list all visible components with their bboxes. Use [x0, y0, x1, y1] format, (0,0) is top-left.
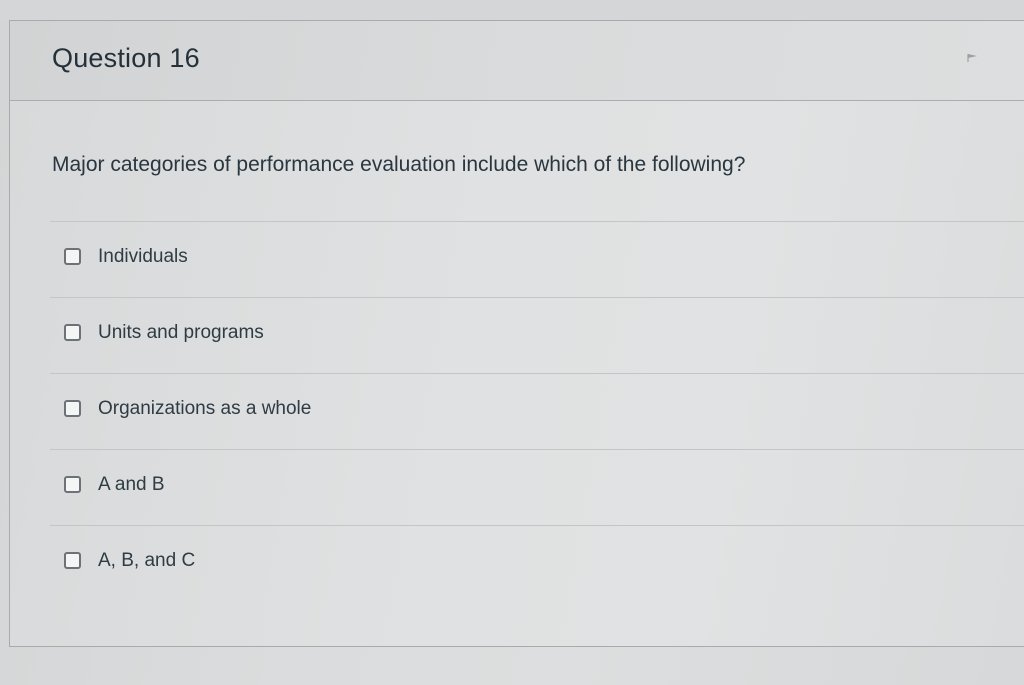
question-text: Major categories of performance evaluati…: [52, 153, 746, 176]
answer-label: Individuals: [98, 246, 188, 267]
checkbox[interactable]: [64, 324, 81, 341]
answer-option[interactable]: A, B, and C: [50, 525, 1024, 601]
question-header: Question 16: [10, 21, 1024, 101]
answer-list: Individuals Units and programs Organizat…: [50, 221, 1024, 601]
answer-label: Units and programs: [98, 322, 264, 343]
checkbox[interactable]: [64, 248, 81, 265]
answer-label: A, B, and C: [98, 550, 196, 571]
answer-label: A and B: [98, 474, 165, 495]
answer-option[interactable]: Individuals: [50, 221, 1024, 297]
checkbox[interactable]: [64, 552, 81, 569]
answer-option[interactable]: A and B: [50, 449, 1024, 525]
answer-option[interactable]: Organizations as a whole: [50, 373, 1024, 449]
question-card: Question 16 Major categories of performa…: [9, 20, 1024, 647]
answer-option[interactable]: Units and programs: [50, 297, 1024, 373]
page-top-strip: [0, 0, 1024, 20]
checkbox[interactable]: [64, 400, 81, 417]
question-title: Question 16: [52, 43, 200, 73]
flag-icon[interactable]: [966, 53, 980, 63]
answer-label: Organizations as a whole: [98, 398, 312, 419]
checkbox[interactable]: [64, 476, 81, 493]
